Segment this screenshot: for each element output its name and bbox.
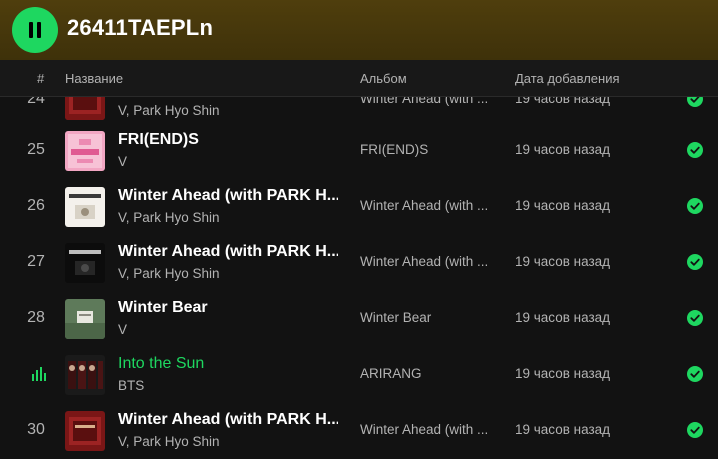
album-cover: [65, 243, 105, 283]
track-title[interactable]: Winter Ahead (with PARK H...: [118, 243, 338, 261]
track-title[interactable]: Winter Bear: [118, 299, 338, 317]
track-artist[interactable]: V, Park Hyo Shin: [118, 434, 220, 449]
column-header-date-added[interactable]: Дата добавления: [515, 71, 620, 86]
added-check-icon[interactable]: [687, 422, 703, 443]
track-number: 28: [27, 309, 45, 326]
track-album[interactable]: Winter Ahead (with ...: [360, 198, 500, 213]
date-added: 19 часов назад: [515, 310, 611, 325]
track-number: 25: [27, 141, 45, 158]
album-cover: [65, 411, 105, 451]
added-check-icon[interactable]: [687, 254, 703, 275]
track-artist[interactable]: V, Park Hyo Shin: [118, 210, 220, 225]
track-album[interactable]: Winter Bear: [360, 310, 500, 325]
pause-button[interactable]: [12, 7, 58, 53]
date-added: 19 часов назад: [515, 422, 611, 437]
album-cover: [65, 187, 105, 227]
date-added: 19 часов назад: [515, 142, 611, 157]
added-check-icon[interactable]: [687, 366, 703, 387]
track-row-now-playing[interactable]: Into the Sun BTS ARIRANG 19 часов назад: [0, 347, 718, 403]
added-check-icon[interactable]: [687, 310, 703, 331]
track-artist[interactable]: V: [118, 154, 127, 169]
track-row[interactable]: 27 Winter Ahead (with PARK H... V, Park …: [0, 235, 718, 291]
track-artist[interactable]: V: [118, 322, 127, 337]
track-title[interactable]: FRI(END)S: [118, 131, 338, 149]
track-title[interactable]: Winter Ahead (with PARK H...: [118, 411, 338, 429]
track-row[interactable]: 30 Winter Ahead (with PARK H... V, Park …: [0, 403, 718, 459]
column-header: # Название Альбом Дата добавления: [0, 60, 718, 97]
track-album[interactable]: Winter Ahead (with ...: [360, 422, 500, 437]
track-album[interactable]: FRI(END)S: [360, 142, 500, 157]
track-title[interactable]: Winter Ahead (with PARK H...: [118, 187, 338, 205]
track-number: 27: [27, 253, 45, 270]
album-cover: [65, 355, 105, 395]
track-artist[interactable]: BTS: [118, 378, 144, 393]
album-cover: [65, 299, 105, 339]
added-check-icon[interactable]: [687, 198, 703, 219]
column-header-album[interactable]: Альбом: [360, 71, 407, 86]
date-added: 19 часов назад: [515, 366, 611, 381]
track-album[interactable]: ARIRANG: [360, 366, 500, 381]
track-title[interactable]: Into the Sun: [118, 355, 338, 373]
track-number: 26: [27, 197, 45, 214]
date-added: 19 часов назад: [515, 198, 611, 213]
track-artist[interactable]: V, Park Hyo Shin: [118, 103, 220, 118]
date-added: 19 часов назад: [515, 254, 611, 269]
track-number: 30: [27, 421, 45, 438]
track-row[interactable]: 25 FRI(END)S V FRI(END)S 19 часов назад: [0, 123, 718, 179]
playlist-title: 26411TAEPLn: [67, 15, 214, 40]
now-playing-equalizer-icon: [32, 367, 46, 386]
added-check-icon[interactable]: [687, 142, 703, 163]
track-album[interactable]: Winter Ahead (with ...: [360, 254, 500, 269]
track-row[interactable]: 26 Winter Ahead (with PARK H... V, Park …: [0, 179, 718, 235]
column-header-number: #: [37, 71, 45, 86]
pause-icon: [29, 22, 41, 38]
album-cover: [65, 131, 105, 171]
column-header-title[interactable]: Название: [65, 71, 123, 86]
track-row[interactable]: 28 Winter Bear V Winter Bear 19 часов на…: [0, 291, 718, 347]
track-artist[interactable]: V, Park Hyo Shin: [118, 266, 220, 281]
playlist-header-bar: 26411TAEPLn: [0, 0, 718, 60]
